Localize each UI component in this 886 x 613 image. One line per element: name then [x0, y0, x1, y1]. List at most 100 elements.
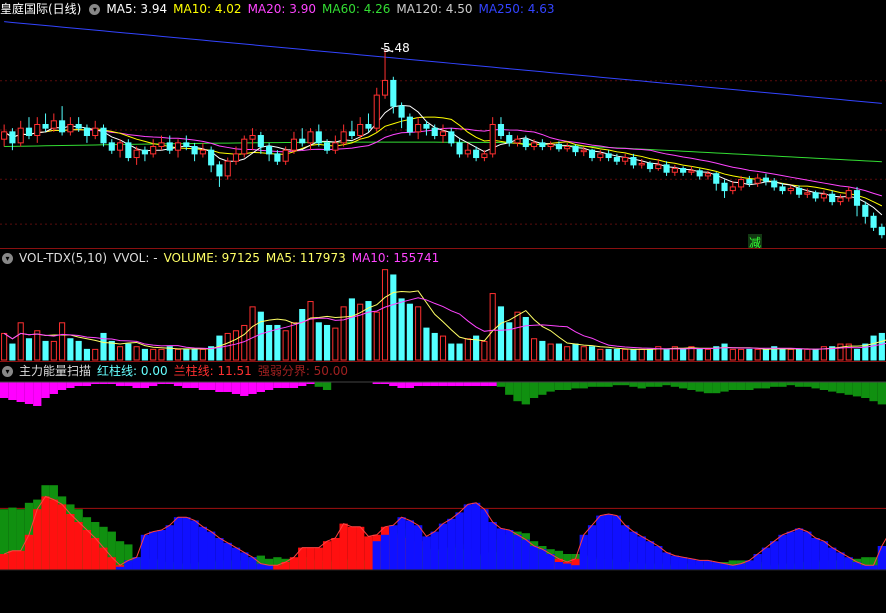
volume-bar: [274, 324, 281, 361]
volume-bar: [158, 348, 165, 361]
candle-body: [804, 192, 811, 195]
volume-bar: [464, 338, 471, 361]
blue-bar: [828, 547, 837, 570]
candle-body: [241, 138, 248, 155]
candle-body: [340, 131, 347, 144]
red-bar: [91, 538, 100, 570]
top-green-bar: [587, 382, 597, 387]
candle-body: [481, 153, 488, 159]
blue-bar: [877, 546, 886, 570]
red-bar: [0, 554, 9, 570]
volume-bar: [572, 343, 579, 361]
top-green-bar: [852, 382, 862, 397]
top-green-bar: [695, 382, 704, 392]
top-magenta-bar: [405, 382, 415, 388]
blue-bar: [670, 555, 679, 570]
ma250-line: [4, 21, 882, 104]
candle-body: [497, 123, 505, 137]
top-magenta-bar: [256, 382, 265, 392]
top-green-bar: [803, 382, 812, 387]
volume-bar: [878, 332, 885, 361]
volume-bar: [415, 306, 422, 361]
candle-body: [597, 153, 604, 159]
kline-chart: [0, 21, 886, 239]
red-bar: [339, 523, 348, 570]
candle-body: [324, 142, 331, 151]
scanner-panel[interactable]: ▾ 主力能量扫描 红柱线: 0.00 兰柱线: 11.51 强弱分界: 50.00: [0, 362, 886, 613]
top-magenta-bar: [488, 382, 497, 386]
vol-ma5: MA5: 117973: [265, 251, 346, 265]
volume-bar: [588, 346, 596, 361]
gear-icon[interactable]: ▾: [2, 253, 13, 264]
red-bar: [273, 565, 282, 570]
gear-icon[interactable]: ▾: [2, 366, 13, 377]
volume-bar: [514, 311, 521, 361]
red-bar: [41, 496, 50, 570]
candle-body: [771, 180, 778, 188]
blue-bar: [438, 523, 448, 570]
volume-bar: [191, 348, 198, 361]
candle-body: [183, 142, 190, 148]
blue-bar: [869, 565, 878, 570]
blue-bar: [579, 534, 588, 570]
candle-body: [307, 131, 314, 144]
volume-bar: [307, 301, 314, 361]
candle-body: [862, 204, 869, 217]
candle-body: [108, 142, 115, 151]
volume-bar: [133, 346, 140, 361]
top-green-bar: [836, 382, 845, 394]
gear-icon[interactable]: ▾: [89, 4, 101, 15]
candle-body: [290, 138, 298, 151]
candle-body: [282, 149, 289, 162]
vvol-value: VVOL: -: [113, 251, 158, 265]
candle-body: [812, 192, 819, 199]
top-magenta-bar: [215, 382, 224, 392]
blue-bar: [430, 531, 439, 570]
candle-body: [158, 142, 165, 148]
top-green-bar: [745, 382, 754, 390]
top-green-bar: [828, 382, 837, 392]
candle-body: [588, 149, 596, 159]
volume-panel[interactable]: ▾ VOL-TDX(5,10) VVOL: - VOLUME: 97125 MA5: 1…: [0, 249, 886, 361]
volume-bar: [547, 343, 554, 361]
divide-value: 强弱分界: 50.00: [257, 364, 349, 378]
top-magenta-bar: [0, 382, 9, 398]
top-green-bar: [579, 382, 588, 389]
candle-body: [216, 164, 223, 177]
blue-bar: [405, 520, 415, 570]
top-magenta-bar: [207, 382, 216, 390]
candle-body: [357, 123, 364, 137]
top-magenta-bar: [173, 382, 183, 386]
candle-body: [266, 146, 273, 155]
volume-bar: [456, 343, 463, 361]
blue-bar: [422, 536, 431, 570]
red-bar: [364, 536, 373, 570]
volume-bar: [108, 340, 115, 361]
blue-bar: [157, 530, 166, 570]
top-green-bar: [521, 382, 530, 405]
blue-bar: [496, 528, 506, 570]
top-magenta-bar: [49, 382, 58, 394]
volume-bar: [754, 348, 761, 361]
blue-bar: [761, 547, 771, 570]
top-green-bar: [811, 382, 820, 389]
volume-bar: [67, 338, 74, 361]
top-green-bar: [505, 382, 514, 395]
kline-panel[interactable]: 皇庭国际(日线) ▾ MA5: 3.94 MA10: 4.02 MA20: 3.90 MA…: [0, 0, 886, 248]
blue-bar: [662, 552, 671, 570]
candle-body: [473, 149, 480, 159]
candle-body: [431, 127, 438, 137]
top-magenta-bar: [24, 382, 34, 404]
volume-bar: [680, 348, 687, 361]
volume-bar: [580, 346, 587, 361]
volume-bar: [870, 335, 877, 361]
volume-bar: [324, 324, 331, 361]
candle-body: [795, 187, 803, 195]
top-magenta-bar: [389, 382, 398, 386]
top-magenta-bar: [298, 382, 307, 386]
candle-body: [75, 123, 82, 129]
high-price-label: 5.48: [383, 41, 410, 55]
top-magenta-bar: [455, 382, 464, 386]
blue-bar: [215, 538, 224, 570]
candle-body: [820, 193, 827, 199]
